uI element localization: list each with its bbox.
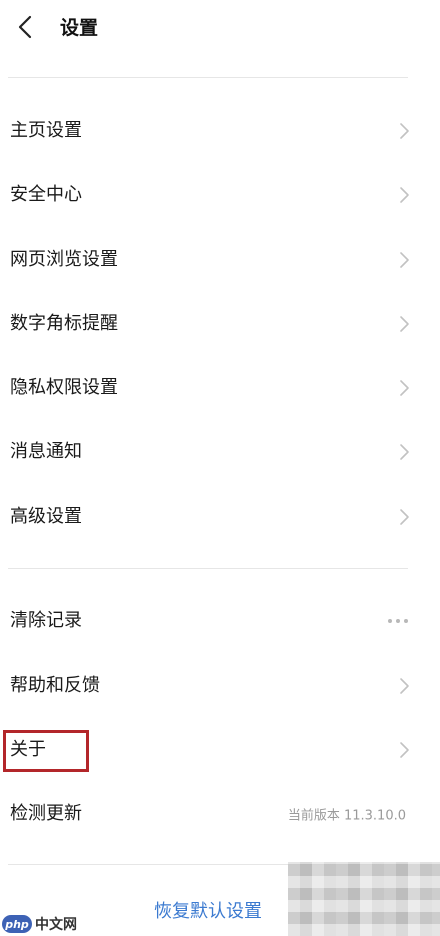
settings-item-browsing[interactable]: 网页浏览设置 xyxy=(0,228,440,292)
settings-item-help-feedback[interactable]: 帮助和反馈 xyxy=(0,654,440,718)
settings-item-label: 消息通知 xyxy=(10,441,82,462)
restore-defaults-button[interactable]: 恢复默认设置 xyxy=(130,892,286,928)
settings-item-notifications[interactable]: 消息通知 xyxy=(0,420,440,484)
chevron-right-icon xyxy=(400,444,409,460)
highlight-annotation-box xyxy=(3,730,89,772)
page-title: 设置 xyxy=(60,17,99,39)
settings-item-label: 网页浏览设置 xyxy=(10,249,118,270)
header-bar: 设置 xyxy=(0,0,440,58)
settings-item-label: 检测更新 xyxy=(10,803,82,824)
settings-item-privacy[interactable]: 隐私权限设置 xyxy=(0,356,440,420)
php-logo-icon: php xyxy=(2,915,32,933)
chevron-right-icon xyxy=(400,509,409,525)
settings-item-label: 安全中心 xyxy=(10,184,82,205)
chevron-right-icon xyxy=(400,742,409,758)
header-divider xyxy=(8,77,408,78)
settings-item-label: 隐私权限设置 xyxy=(10,377,118,398)
settings-item-clear-history[interactable]: 清除记录 xyxy=(0,589,440,653)
settings-item-home[interactable]: 主页设置 xyxy=(0,99,440,163)
settings-item-label: 帮助和反馈 xyxy=(10,675,100,696)
more-dots-icon xyxy=(388,619,408,623)
watermark-logo: php 中文网 xyxy=(2,914,77,934)
watermark-site-text: 中文网 xyxy=(35,917,77,933)
settings-item-security[interactable]: 安全中心 xyxy=(0,163,440,227)
chevron-right-icon xyxy=(400,678,409,694)
chevron-right-icon xyxy=(400,316,409,332)
settings-item-badge-reminder[interactable]: 数字角标提醒 xyxy=(0,292,440,356)
settings-item-advanced[interactable]: 高级设置 xyxy=(0,485,440,549)
current-version-text: 当前版本 11.3.10.0 xyxy=(287,808,406,824)
settings-item-label: 高级设置 xyxy=(10,506,82,527)
chevron-right-icon xyxy=(400,380,409,396)
settings-item-check-update[interactable]: 检测更新 当前版本 11.3.10.0 xyxy=(0,782,440,846)
section-divider xyxy=(8,568,408,569)
settings-item-label: 清除记录 xyxy=(10,610,82,631)
back-arrow-icon xyxy=(18,15,32,39)
back-button[interactable] xyxy=(8,10,42,44)
settings-item-label: 主页设置 xyxy=(10,120,82,141)
pixelated-image-region xyxy=(288,862,440,936)
settings-item-label: 数字角标提醒 xyxy=(10,313,118,334)
chevron-right-icon xyxy=(400,187,409,203)
chevron-right-icon xyxy=(400,252,409,268)
chevron-right-icon xyxy=(400,123,409,139)
